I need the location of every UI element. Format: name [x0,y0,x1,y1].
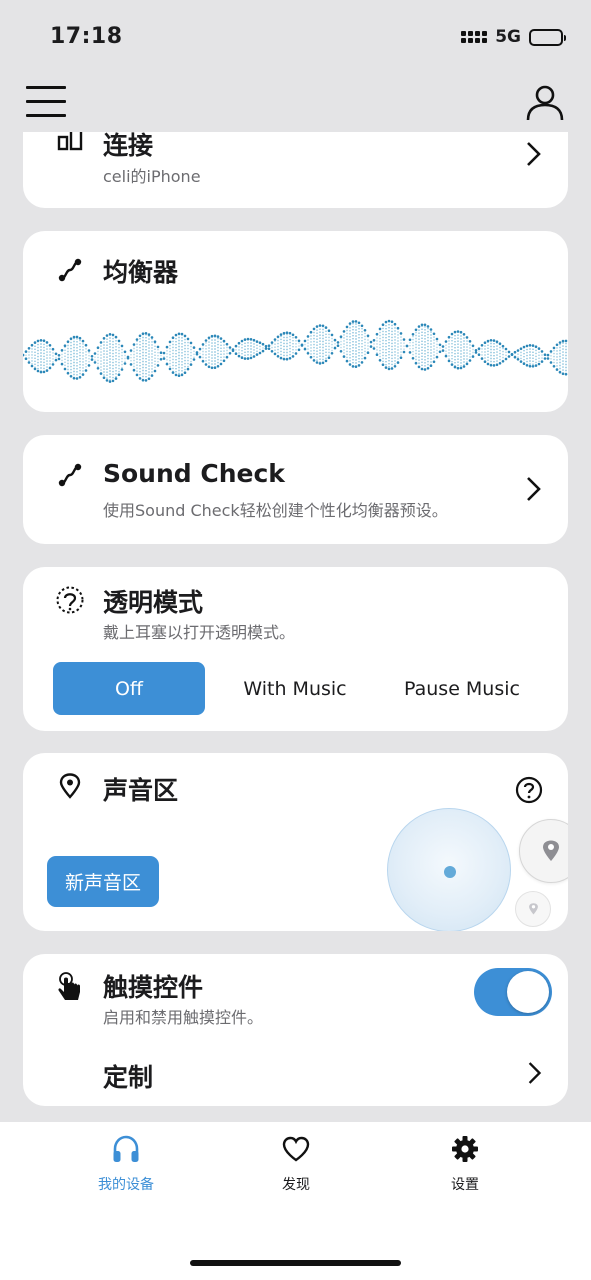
status-time: 17:18 [50,24,123,49]
customize-label[interactable]: 定制 [103,1058,153,1094]
active-sound-zone[interactable] [387,808,511,931]
user-profile-icon[interactable] [525,82,565,122]
battery-icon [529,28,566,46]
new-zone-button[interactable]: 新声音区 [47,856,159,907]
network-type: 5G [495,27,521,47]
transparency-subtitle: 戴上耳塞以打开透明模式。 [103,623,296,642]
transparency-option-off[interactable]: Off [53,662,205,715]
toggle-knob [507,971,549,1013]
connection-title: 连接 [103,132,154,160]
equalizer-wave-graphic [23,319,568,383]
chevron-right-icon[interactable] [526,1060,544,1086]
device-connection-icon [57,132,83,151]
bottom-tab-bar: 我的设备 发现 设置 [0,1122,591,1280]
sound-zone-marker-small[interactable] [515,891,551,927]
tab-label: 发现 [282,1177,310,1193]
connection-card[interactable]: 连接 celi的iPhone [23,132,568,208]
connected-device-name: celi的iPhone [103,167,201,186]
headphones-icon [113,1135,139,1162]
tab-settings[interactable]: 设置 [395,1134,535,1194]
sound-check-card[interactable]: Sound Check 使用Sound Check轻松创建个性化均衡器预设。 [23,435,568,544]
sound-check-title: Sound Check [103,459,285,488]
status-indicators: 5G [461,27,566,47]
ear-transparency-icon [56,586,84,614]
sound-zones-card: 声音区 新声音区 [23,753,568,931]
gear-icon [452,1136,478,1162]
sound-zones-title: 声音区 [103,776,179,805]
chevron-right-icon [527,477,541,501]
transparency-option-with-music[interactable]: With Music [220,662,370,715]
home-indicator [190,1260,401,1266]
location-pin-icon [543,840,559,861]
tab-label: 我的设备 [98,1177,154,1193]
sound-zone-marker[interactable] [519,819,568,883]
tab-discover[interactable]: 发现 [226,1134,366,1194]
touch-controls-toggle[interactable] [474,968,552,1016]
heart-icon [282,1136,310,1162]
equalizer-title: 均衡器 [103,258,179,287]
device-settings-list[interactable]: 连接 celi的iPhone 均衡器 Sound Check 使用Sound C… [0,132,591,1122]
transparency-card: 透明模式 戴上耳塞以打开透明模式。 Off With Music Pause M… [23,567,568,731]
zone-center-dot [444,866,456,878]
question-circle-icon[interactable] [515,776,543,804]
sound-check-curve-icon [58,463,82,487]
touch-controls-card: 触摸控件 启用和禁用触摸控件。 定制 [23,954,568,1106]
tab-label: 设置 [451,1177,479,1193]
touch-hand-icon [58,972,80,1000]
touch-controls-title: 触摸控件 [103,973,204,1002]
location-pin-icon [529,903,538,915]
chevron-right-icon [527,142,541,166]
location-pin-icon [59,773,81,799]
sound-check-subtitle: 使用Sound Check轻松创建个性化均衡器预设。 [103,501,448,520]
hamburger-menu-icon[interactable] [26,86,66,120]
transparency-title: 透明模式 [103,588,204,617]
equalizer-curve-icon [58,258,82,282]
tab-my-devices[interactable]: 我的设备 [56,1134,196,1194]
touch-controls-subtitle: 启用和禁用触摸控件。 [103,1008,264,1027]
cellular-signal-icon [461,31,488,43]
transparency-option-pause-music[interactable]: Pause Music [385,662,539,715]
equalizer-card[interactable]: 均衡器 [23,231,568,412]
status-bar: 17:18 5G [0,0,591,74]
top-bar [0,74,591,132]
